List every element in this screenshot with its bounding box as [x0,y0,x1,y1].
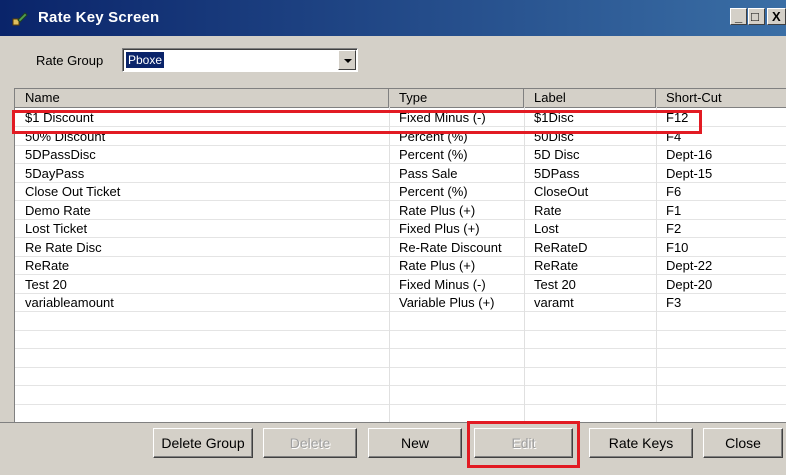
cell-type: Fixed Minus (-) [399,276,486,292]
cell-name: ReRate [25,258,70,273]
close-icon: X [772,9,781,24]
table-row[interactable]: $1 Discount Fixed Minus (-) $1Disc F12 [15,109,786,127]
cell-shortcut: Dept-16 [666,147,713,162]
cell-shortcut: Dept-20 [666,276,713,292]
edit-button[interactable]: Edit [474,428,573,458]
table-row[interactable]: Lost Ticket Fixed Plus (+) Lost F2 [15,220,786,238]
cell-label: ReRate [534,258,579,273]
delete-button[interactable]: Delete [263,428,357,458]
close-button[interactable]: Close [703,428,783,458]
minimize-button[interactable]: _ [730,8,747,25]
cell-label: Lost [534,221,559,236]
cell-name: Demo Rate [25,202,91,218]
table-row[interactable] [15,350,786,368]
window-title: Rate Key Screen [38,9,160,26]
column-header-shortcut[interactable]: Short-Cut [656,89,786,107]
cell-label: ReRateD [534,239,588,255]
cell-shortcut: F6 [666,184,682,199]
column-divider [389,107,390,422]
cell-type: Re-Rate Discount [399,239,502,255]
maximize-button[interactable]: □ [748,8,765,25]
cell-shortcut: F3 [666,295,682,310]
cell-type: Percent (%) [399,128,468,144]
cell-type: Rate Plus (+) [399,202,476,218]
table-row[interactable] [15,331,786,349]
rate-key-window: Rate Key Screen _ □ X Rate Group Pboxe N… [0,0,786,475]
cell-shortcut: F2 [666,221,682,236]
divider [0,422,786,423]
cell-name: $1 Discount [25,110,94,125]
rate-keys-button[interactable]: Rate Keys [589,428,693,458]
rate-group-select[interactable]: Pboxe [122,48,358,72]
cell-label: Rate [534,202,562,218]
cell-name: Lost Ticket [25,221,88,236]
cell-label: CloseOut [534,184,589,199]
cell-type: Pass Sale [399,165,458,181]
cell-shortcut: F1 [666,202,682,218]
table-row[interactable]: Test 20 Fixed Minus (-) Test 20 Dept-20 [15,276,786,294]
table-row[interactable] [15,405,786,422]
cell-name: Re Rate Disc [25,239,102,255]
new-button[interactable]: New [368,428,462,458]
table-row[interactable] [15,368,786,386]
cell-name: 5DPassDisc [25,147,96,162]
cell-name: Test 20 [25,276,67,292]
table-row[interactable]: Close Out Ticket Percent (%) CloseOut F6 [15,183,786,201]
rate-group-value: Pboxe [126,52,165,68]
cell-label: 50Disc [534,128,574,144]
chevron-down-icon[interactable] [338,50,356,70]
cell-name: Close Out Ticket [25,184,121,199]
cell-type: Fixed Minus (-) [399,110,486,125]
cell-label: 5D Disc [534,147,580,162]
cell-label: 5DPass [534,165,580,181]
cell-type: Rate Plus (+) [399,258,476,273]
cell-shortcut: Dept-22 [666,258,713,273]
maximize-icon: □ [751,9,759,24]
cell-shortcut: F10 [666,239,689,255]
cell-shortcut: F4 [666,128,682,144]
column-header-name[interactable]: Name [15,89,389,107]
close-window-button[interactable]: X [767,8,786,25]
table-row[interactable]: Demo Rate Rate Plus (+) Rate F1 [15,202,786,220]
cell-shortcut: F12 [666,110,689,125]
cell-type: Percent (%) [399,147,468,162]
cell-label: varamt [534,295,574,310]
table-row[interactable] [15,313,786,331]
column-header-label[interactable]: Label [524,89,656,107]
column-header-type[interactable]: Type [389,89,524,107]
rate-keys-table[interactable]: Name Type Label Short-Cut $1 Discount Fix… [14,88,786,422]
cell-type: Fixed Plus (+) [399,221,480,236]
table-header: Name Type Label Short-Cut [15,89,786,108]
cell-name: variableamount [25,295,114,310]
cell-type: Variable Plus (+) [399,295,495,310]
table-row[interactable]: Re Rate Disc Re-Rate Discount ReRateD F10 [15,239,786,257]
delete-group-button[interactable]: Delete Group [153,428,253,458]
app-icon [12,12,28,26]
cell-type: Percent (%) [399,184,468,199]
cell-shortcut: Dept-15 [666,165,713,181]
table-row[interactable]: 5DPassDisc Percent (%) 5D Disc Dept-16 [15,146,786,164]
rate-group-label: Rate Group [36,53,104,68]
table-row[interactable]: ReRate Rate Plus (+) ReRate Dept-22 [15,257,786,275]
cell-label: Test 20 [534,276,576,292]
table-row[interactable]: variableamount Variable Plus (+) varamt F3 [15,294,786,312]
column-divider [656,107,657,422]
table-row[interactable]: 50% Discount Percent (%) 50Disc F4 [15,128,786,146]
table-row[interactable]: 5DayPass Pass Sale 5DPass Dept-15 [15,165,786,183]
title-bar[interactable]: Rate Key Screen _ □ X [0,0,786,36]
cell-name: 5DayPass [25,165,85,181]
cell-name: 50% Discount [25,128,106,144]
column-divider [524,107,525,422]
cell-label: $1Disc [534,110,574,125]
minimize-icon: _ [735,9,743,24]
table-row[interactable] [15,387,786,405]
